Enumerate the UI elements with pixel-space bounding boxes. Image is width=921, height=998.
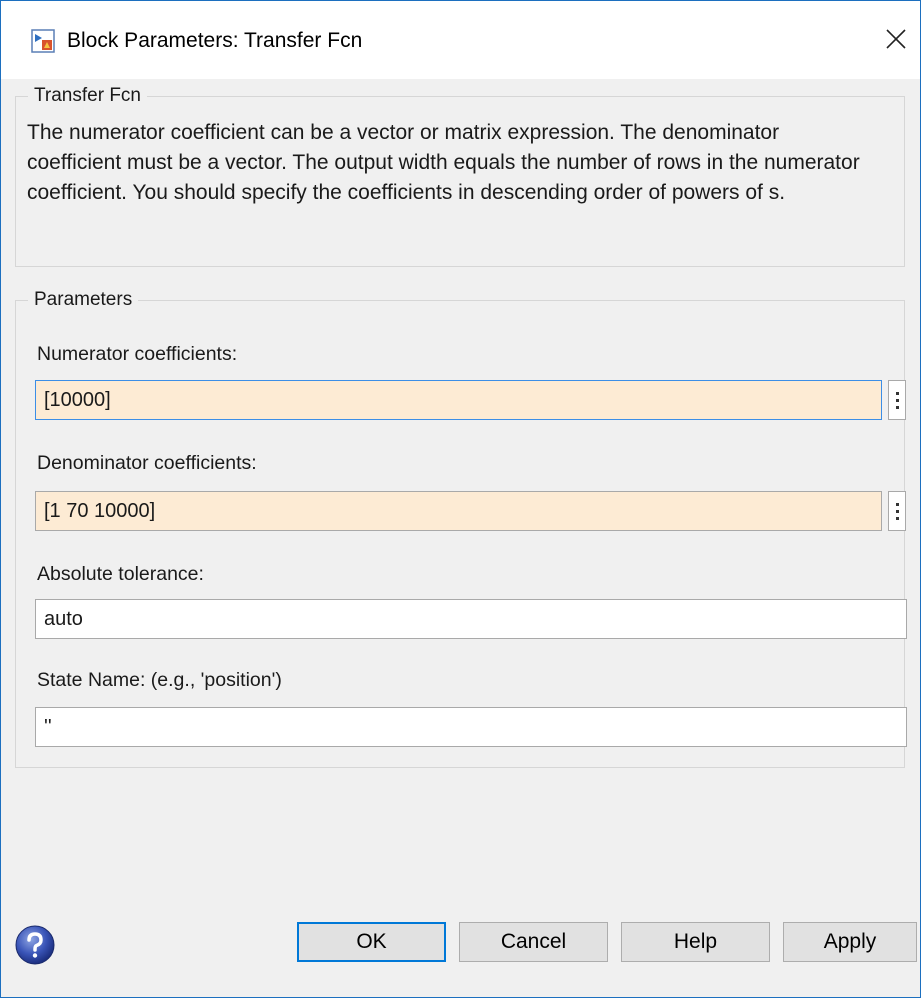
more-options-icon bbox=[895, 502, 899, 506]
simulink-block-icon bbox=[31, 29, 55, 53]
title-bar: Block Parameters: Transfer Fcn bbox=[1, 1, 920, 79]
parameters-group-legend: Parameters bbox=[28, 287, 139, 313]
absolute-tolerance-input[interactable] bbox=[35, 599, 907, 639]
more-options-dot bbox=[895, 398, 899, 402]
more-options-dot bbox=[895, 405, 899, 409]
cancel-button[interactable]: Cancel bbox=[459, 922, 608, 962]
denominator-more-options-button[interactable] bbox=[888, 491, 906, 531]
denominator-label: Denominator coefficients: bbox=[37, 452, 257, 474]
close-button[interactable] bbox=[874, 17, 918, 61]
denominator-input[interactable] bbox=[35, 491, 882, 531]
block-parameters-dialog: Block Parameters: Transfer Fcn Transfer … bbox=[0, 0, 921, 998]
help-button[interactable]: Help bbox=[621, 922, 770, 962]
close-icon bbox=[886, 29, 906, 49]
state-name-input[interactable] bbox=[35, 707, 907, 747]
numerator-more-options-button[interactable] bbox=[888, 380, 906, 420]
block-description-text: The numerator coefficient can be a vecto… bbox=[27, 121, 860, 204]
more-options-dot bbox=[895, 516, 899, 520]
state-name-label: State Name: (e.g., 'position') bbox=[37, 669, 282, 691]
help-icon[interactable] bbox=[13, 923, 57, 967]
block-group-legend: Transfer Fcn bbox=[28, 83, 147, 109]
parameters-group: Parameters bbox=[15, 287, 905, 768]
apply-button[interactable]: Apply bbox=[783, 922, 917, 962]
numerator-label: Numerator coefficients: bbox=[37, 343, 238, 365]
more-options-dot bbox=[895, 509, 899, 513]
more-options-icon bbox=[895, 391, 899, 395]
ok-button[interactable]: OK bbox=[297, 922, 446, 962]
window-title: Block Parameters: Transfer Fcn bbox=[67, 29, 363, 52]
absolute-tolerance-label: Absolute tolerance: bbox=[37, 563, 204, 585]
numerator-input[interactable] bbox=[35, 380, 882, 420]
